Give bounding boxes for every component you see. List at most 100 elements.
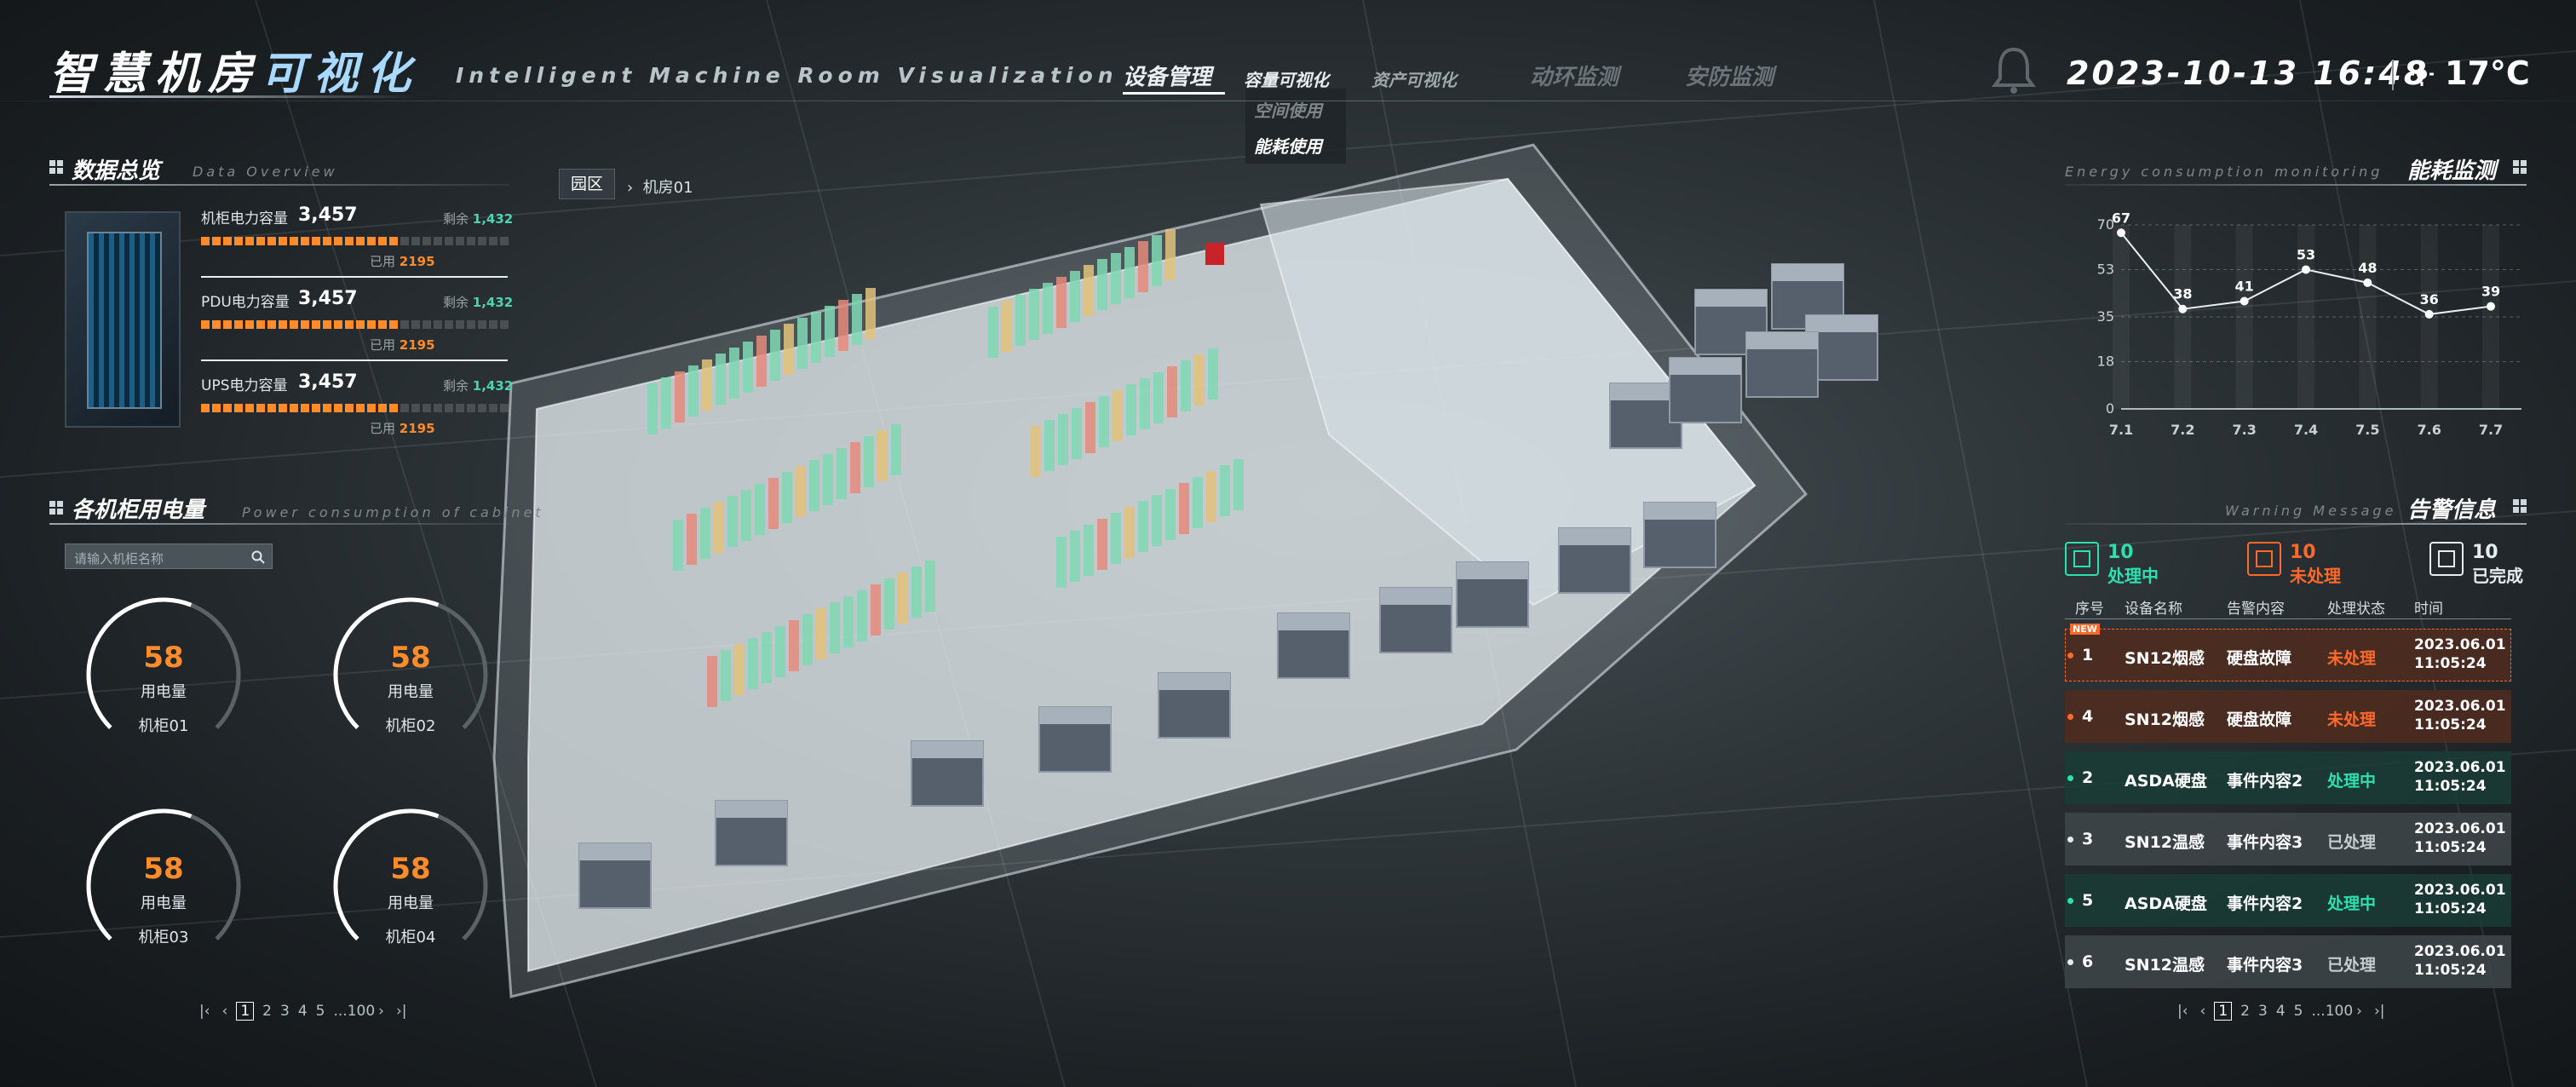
gauge-value: 58 (143, 641, 184, 675)
page-title: 智慧机房可视化 (49, 49, 420, 100)
cabinet-power-divider (49, 523, 509, 525)
energy-title: 能耗监测 (2407, 158, 2497, 184)
breadcrumb-current[interactable]: 机房01 (643, 179, 693, 197)
gauge-cabinet-name: 机柜01 (138, 717, 189, 735)
capacity-progress-bar (201, 404, 509, 412)
page-button[interactable]: 5 (316, 1003, 325, 1020)
search-icon[interactable] (251, 550, 265, 564)
page-next-button[interactable]: › (378, 1003, 384, 1020)
server-rack (734, 644, 745, 695)
chart-column-band (2235, 225, 2253, 409)
nav-device-management[interactable]: 设备管理 (1123, 60, 1211, 91)
server-rack (687, 514, 697, 565)
nav-capacity-visualization[interactable]: 容量可视化 (1244, 66, 1329, 91)
bell-icon[interactable] (1992, 44, 2036, 95)
server-rack (1206, 471, 1216, 522)
menu-item-energy-usage[interactable]: 能耗使用 (1254, 133, 1322, 158)
page-next-button[interactable]: › (2356, 1003, 2362, 1020)
warning-stat-count: 10 (2290, 542, 2316, 563)
server-rack (1097, 519, 1107, 570)
server-rack (1002, 301, 1012, 352)
warning-stat-count: 10 (2107, 542, 2134, 563)
search-placeholder: 请输入机柜名称 (74, 551, 164, 567)
server-rack (775, 626, 785, 677)
ups-cabinet-top (1806, 315, 1877, 332)
x-tick-label: 7.1 (2109, 422, 2133, 438)
page-button[interactable]: 4 (2276, 1003, 2286, 1020)
warning-stat-label[interactable]: 已完成 (2472, 562, 2523, 587)
nav-environment-monitor[interactable]: 动环监测 (1530, 60, 1619, 91)
server-rack (1070, 531, 1080, 582)
page-prev-button[interactable]: ‹ (222, 1003, 228, 1020)
page-button[interactable]: 2 (262, 1003, 272, 1020)
gauge-value: 58 (390, 641, 431, 675)
server-rack (1072, 408, 1082, 459)
data-label: 48 (2358, 260, 2377, 276)
capacity-value: 3,457 (298, 204, 358, 226)
page-button[interactable]: 5 (2294, 1003, 2303, 1020)
row-number: 4 (2082, 707, 2094, 726)
page-button[interactable]: 1 (236, 1002, 255, 1021)
page-button[interactable]: 2 (2240, 1003, 2250, 1020)
row-number: 5 (2082, 891, 2094, 910)
page-ellipsis[interactable]: ...100 (333, 1003, 375, 1020)
remaining-label: 剩余 (443, 378, 469, 394)
server-rack (748, 638, 758, 689)
server-rack (756, 336, 767, 387)
nav-security-monitor[interactable]: 安防监测 (1685, 60, 1774, 91)
row-content: 事件内容3 (2227, 956, 2303, 975)
remaining-value: 1,432 (472, 295, 514, 310)
gauge-value: 58 (143, 852, 184, 886)
warning-stat-label[interactable]: 处理中 (2107, 562, 2159, 587)
nav-asset-visualization[interactable]: 资产可视化 (1371, 66, 1457, 91)
energy-divider (2065, 184, 2527, 186)
status-dot (2067, 898, 2073, 904)
page-last-button[interactable]: ›| (396, 1003, 407, 1020)
page-button[interactable]: 4 (298, 1003, 308, 1020)
warning-title: 告警信息 (2407, 497, 2497, 523)
row-date: 2023.06.01 (2414, 698, 2506, 715)
server-rack (1111, 253, 1121, 304)
gauge-label: 用电量 (141, 683, 187, 701)
table-header-cell: 设备名称 (2125, 601, 2182, 618)
server-rack (1056, 277, 1067, 328)
page-first-button[interactable]: |‹ (2177, 1003, 2188, 1020)
server-rack (809, 460, 819, 511)
capacity-label: UPS电力容量 (201, 377, 288, 394)
datetime-divider (2392, 60, 2394, 90)
server-rack (811, 312, 821, 363)
page-button[interactable]: 1 (2214, 1002, 2233, 1021)
page-first-button[interactable]: |‹ (199, 1003, 210, 1020)
data-point (2178, 304, 2188, 313)
server-rack (1084, 525, 1094, 576)
data-label: 53 (2297, 246, 2315, 262)
server-rack (700, 508, 710, 559)
server-rack (707, 656, 717, 707)
server-rack (675, 371, 685, 423)
page-last-button[interactable]: ›| (2374, 1003, 2385, 1020)
breadcrumb-separator: › (627, 179, 634, 197)
data-point (2487, 302, 2495, 311)
overview-subtitle: Data Overview (193, 164, 338, 180)
breadcrumb-root[interactable]: 园区 (559, 169, 615, 199)
page-prev-button[interactable]: ‹ (2200, 1003, 2206, 1020)
section-grid-icon (2513, 160, 2527, 174)
x-tick-label: 7.2 (2171, 422, 2194, 438)
machine-room-3d-view[interactable] (460, 128, 1925, 1048)
cabinet-search-input[interactable]: 请输入机柜名称 (65, 544, 273, 569)
capacity-remaining: 剩余 1,432 (443, 210, 513, 227)
row-status: 处理中 (2327, 894, 2377, 913)
server-rack (898, 572, 908, 624)
page-button[interactable]: 3 (280, 1003, 290, 1020)
page-button[interactable]: 3 (2258, 1003, 2268, 1020)
page-ellipsis[interactable]: ...100 (2311, 1003, 2353, 1020)
ups-cabinet-top (1559, 528, 1630, 545)
warning-stat-label[interactable]: 未处理 (2290, 562, 2341, 587)
server-rack (1193, 477, 1203, 528)
row-date: 2023.06.01 (2414, 882, 2506, 899)
server-rack (1043, 283, 1053, 334)
row-time: 11:05:24 (2414, 778, 2487, 795)
row-date: 2023.06.01 (2414, 943, 2506, 960)
y-tick-label: 53 (2097, 261, 2114, 277)
server-rack (673, 520, 683, 571)
